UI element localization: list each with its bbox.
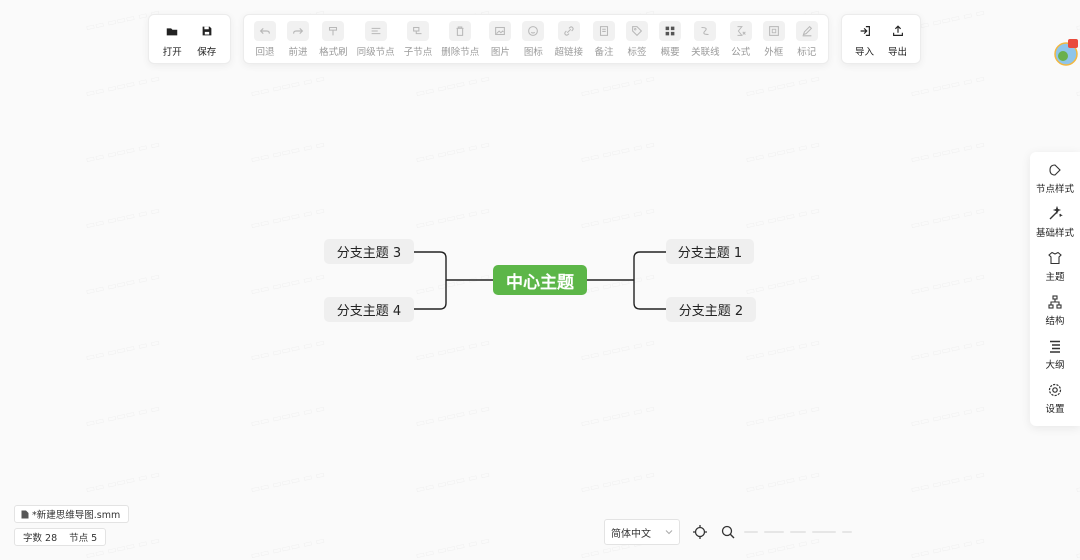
connector-left-3 <box>414 251 447 280</box>
branch-node-4[interactable]: 分支主题 4 <box>324 297 414 322</box>
branch-node-3[interactable]: 分支主题 3 <box>324 239 414 264</box>
locate-center-icon[interactable] <box>692 524 708 540</box>
branch-node-2[interactable]: 分支主题 2 <box>666 297 756 322</box>
file-icon <box>21 510 29 518</box>
word-count: 字数 28 <box>23 533 58 544</box>
language-select[interactable]: 简体中文 <box>604 519 680 545</box>
connector-right-1 <box>633 251 666 280</box>
branch-node-1[interactable]: 分支主题 1 <box>666 239 754 264</box>
count-bar: 字数 28 节点 5 <box>14 528 107 546</box>
bottom-controls: 简体中文 <box>604 518 864 546</box>
file-name-tab[interactable]: *新建思维导图.smm <box>14 505 130 523</box>
search-icon[interactable] <box>720 524 736 540</box>
language-value: 简体中文 <box>611 528 651 540</box>
file-name: *新建思维导图.smm <box>32 510 121 521</box>
root-node[interactable]: 中心主题 <box>493 265 587 295</box>
node-count: 节点 5 <box>69 533 98 544</box>
connector-right-2 <box>633 280 666 310</box>
zoom-bar <box>744 529 864 535</box>
chevron-down-icon <box>665 530 673 535</box>
connector-left-4 <box>414 280 447 310</box>
